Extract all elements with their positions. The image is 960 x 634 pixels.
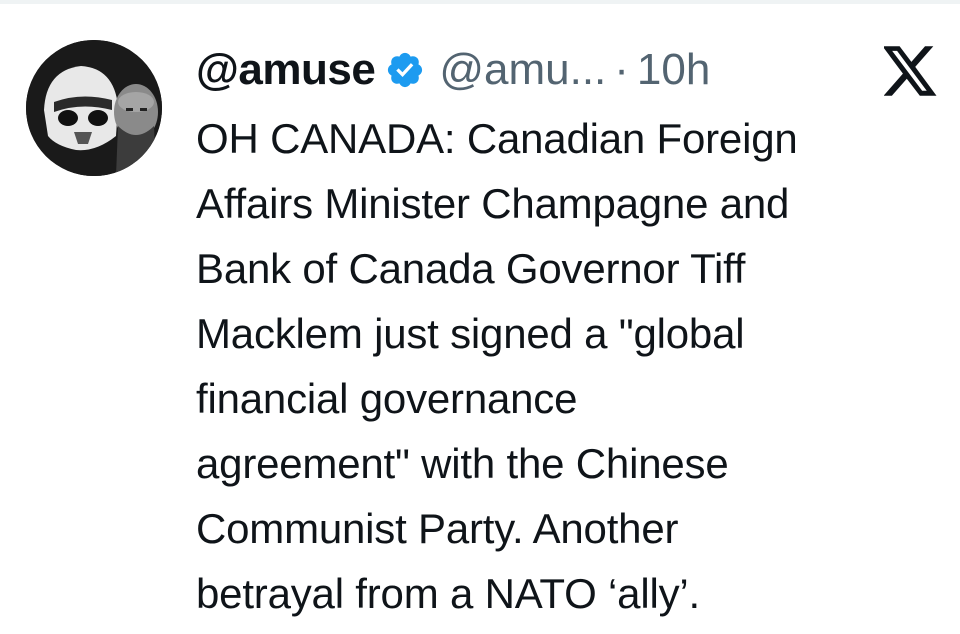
avatar-image [26, 40, 162, 176]
tweet-header: @amuse @amu... · 10h [196, 38, 936, 102]
avatar[interactable] [26, 40, 162, 176]
handle[interactable]: @amu... [439, 45, 606, 95]
verified-badge-icon [385, 50, 425, 90]
separator-dot: · [614, 45, 629, 94]
tweet-text: OH CANADA: Canadian Foreign Affairs Mini… [196, 115, 798, 617]
tweet-content: @amuse @amu... · 10h OH CANADA: Canadian… [196, 38, 938, 626]
display-name[interactable]: @amuse [196, 45, 376, 95]
timestamp[interactable]: 10h [637, 45, 710, 95]
x-logo-icon [882, 46, 938, 96]
tweet-card[interactable]: @amuse @amu... · 10h OH CANADA: Canadian… [0, 4, 960, 634]
